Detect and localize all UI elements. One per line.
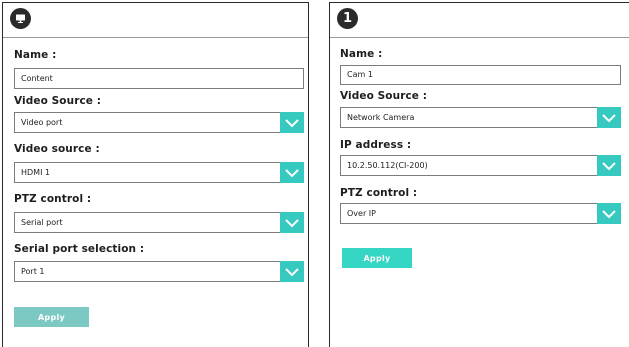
ptz-select[interactable]: Serial port [14, 212, 304, 233]
chevron-down-icon[interactable] [280, 212, 304, 233]
video-source2-label: Video source : [14, 143, 100, 155]
video-source-value: Video port [21, 118, 63, 127]
chevron-down-icon[interactable] [280, 261, 304, 282]
chevron-down-icon[interactable] [597, 155, 621, 176]
panel-header: 1 [330, 3, 629, 38]
ptz-label: PTZ control : [340, 187, 418, 199]
apply-button[interactable]: Apply [14, 307, 89, 327]
monitor-icon [10, 8, 31, 29]
video-source2-select[interactable]: HDMI 1 [14, 162, 304, 183]
panel-header [3, 3, 308, 38]
name-input[interactable]: Content [14, 68, 304, 89]
chevron-down-icon[interactable] [597, 107, 621, 128]
chevron-down-icon[interactable] [280, 112, 304, 133]
ptz-value: Over IP [347, 209, 376, 218]
right-settings-panel: 1 Name : Cam 1 Video Source : Network Ca… [329, 2, 629, 347]
ptz-value: Serial port [21, 218, 63, 227]
video-source-select[interactable]: Video port [14, 112, 304, 133]
video-source-label: Video Source : [340, 90, 428, 102]
ptz-label: PTZ control : [14, 193, 92, 205]
number-badge: 1 [337, 8, 358, 29]
serial-port-label: Serial port selection : [14, 243, 145, 255]
apply-button[interactable]: Apply [342, 248, 412, 268]
ip-address-select[interactable]: 10.2.50.112(CI-200) [340, 155, 621, 176]
video-source-select[interactable]: Network Camera [340, 107, 621, 128]
chevron-down-icon[interactable] [280, 162, 304, 183]
video-source-label: Video Source : [14, 95, 102, 107]
ptz-select[interactable]: Over IP [340, 203, 621, 224]
name-label: Name : [14, 49, 57, 61]
serial-port-select[interactable]: Port 1 [14, 261, 304, 282]
left-settings-panel: Name : Content Video Source : Video port… [2, 2, 309, 347]
name-label: Name : [340, 48, 383, 60]
name-input[interactable]: Cam 1 [340, 65, 621, 85]
video-source2-value: HDMI 1 [21, 168, 51, 177]
ip-address-value: 10.2.50.112(CI-200) [347, 161, 428, 170]
serial-port-value: Port 1 [21, 267, 45, 276]
chevron-down-icon[interactable] [597, 203, 621, 224]
ip-address-label: IP address : [340, 139, 412, 151]
video-source-value: Network Camera [347, 113, 415, 122]
